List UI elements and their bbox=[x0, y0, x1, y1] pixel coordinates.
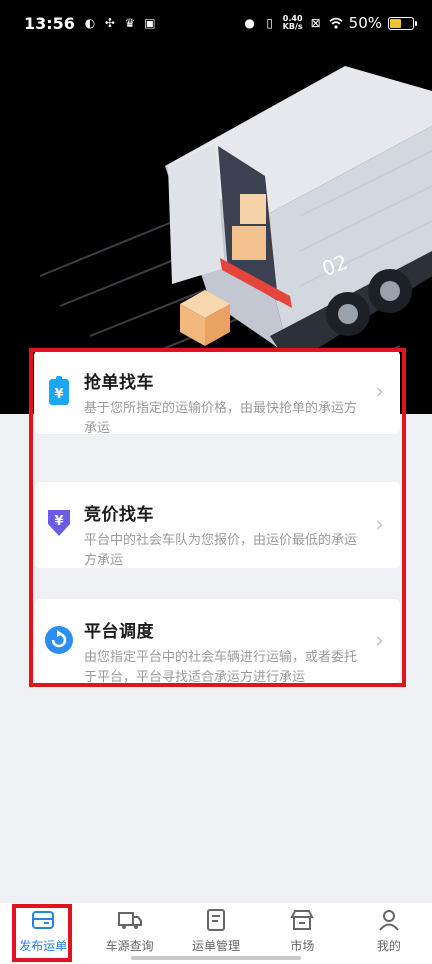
card-dispatch[interactable]: 平台调度 由您指定平台中的社会车辆进行运输，或者委托于平台，平台寻找适合承运方进… bbox=[34, 599, 400, 685]
vibrate-icon: ▯ bbox=[266, 16, 273, 30]
nav-label: 车源查询 bbox=[105, 939, 154, 953]
status-time: 13:56 bbox=[24, 13, 75, 33]
truck-search-icon bbox=[117, 912, 142, 929]
publish-order-icon bbox=[32, 911, 55, 929]
nav-item-market[interactable]: 市场 bbox=[259, 903, 345, 964]
nav-label: 我的 bbox=[376, 939, 401, 953]
card-title: 抢单找车 bbox=[84, 373, 154, 393]
card-description: 由您指定平台中的社会车辆进行运输，或者委托于平台，平台寻找适合承运方进行承运 bbox=[84, 650, 358, 685]
nav-label: 发布运单 bbox=[19, 939, 68, 953]
nav-item-order-manage[interactable]: 运单管理 bbox=[173, 903, 259, 964]
wifi-icon bbox=[328, 16, 343, 30]
dispatch-icon bbox=[45, 626, 73, 654]
profile-icon bbox=[379, 910, 399, 931]
card-description: 基于您所指定的运输价格，由最快抢单的承运方承运 bbox=[84, 401, 358, 436]
status-bar: 13:56 ◐ ✣ ♛ ▣ ● ▯ 0.40 KB/s ⊠ 50% bbox=[0, 0, 432, 46]
app-notification-icon: ◐ bbox=[84, 16, 96, 30]
bid-icon: ¥ bbox=[48, 510, 70, 536]
sim-off-icon: ⊠ bbox=[310, 16, 321, 30]
battery-percent: 50% bbox=[348, 14, 382, 32]
net-speed: 0.40 KB/s bbox=[282, 14, 303, 31]
fan-icon: ✣ bbox=[104, 16, 115, 30]
market-icon bbox=[290, 910, 315, 930]
card-description: 平台中的社会车队为您报价，由运价最低的承运方承运 bbox=[84, 533, 358, 568]
crown-icon: ♛ bbox=[124, 16, 136, 30]
chevron-right-icon: › bbox=[375, 379, 384, 405]
card-title: 平台调度 bbox=[84, 622, 154, 642]
card-title: 竞价找车 bbox=[84, 505, 154, 525]
bottom-nav: 发布运单 车源查询 运单管理 市场 我的 bbox=[0, 902, 432, 964]
chevron-right-icon: › bbox=[375, 512, 384, 538]
nav-item-publish-order[interactable]: 发布运单 bbox=[0, 903, 86, 964]
home-indicator[interactable] bbox=[131, 956, 301, 960]
nav-item-profile[interactable]: 我的 bbox=[346, 903, 432, 964]
nav-item-truck-search[interactable]: 车源查询 bbox=[86, 903, 172, 964]
message-icon: ▣ bbox=[144, 16, 156, 30]
location-icon: ● bbox=[244, 16, 255, 30]
card-bid[interactable]: ¥ 竞价找车 平台中的社会车队为您报价，由运价最低的承运方承运 › bbox=[34, 482, 400, 568]
svg-text:¥: ¥ bbox=[54, 387, 63, 402]
battery-icon bbox=[388, 16, 417, 30]
svg-text:¥: ¥ bbox=[54, 514, 63, 529]
nav-label: 市场 bbox=[290, 939, 315, 953]
chevron-right-icon: › bbox=[375, 628, 384, 654]
card-grab-order[interactable]: ¥ 抢单找车 基于您所指定的运输价格，由最快抢单的承运方承运 › bbox=[34, 350, 400, 436]
order-manage-icon bbox=[207, 909, 226, 931]
nav-label: 运单管理 bbox=[192, 939, 241, 953]
grab-order-icon: ¥ bbox=[49, 376, 69, 405]
